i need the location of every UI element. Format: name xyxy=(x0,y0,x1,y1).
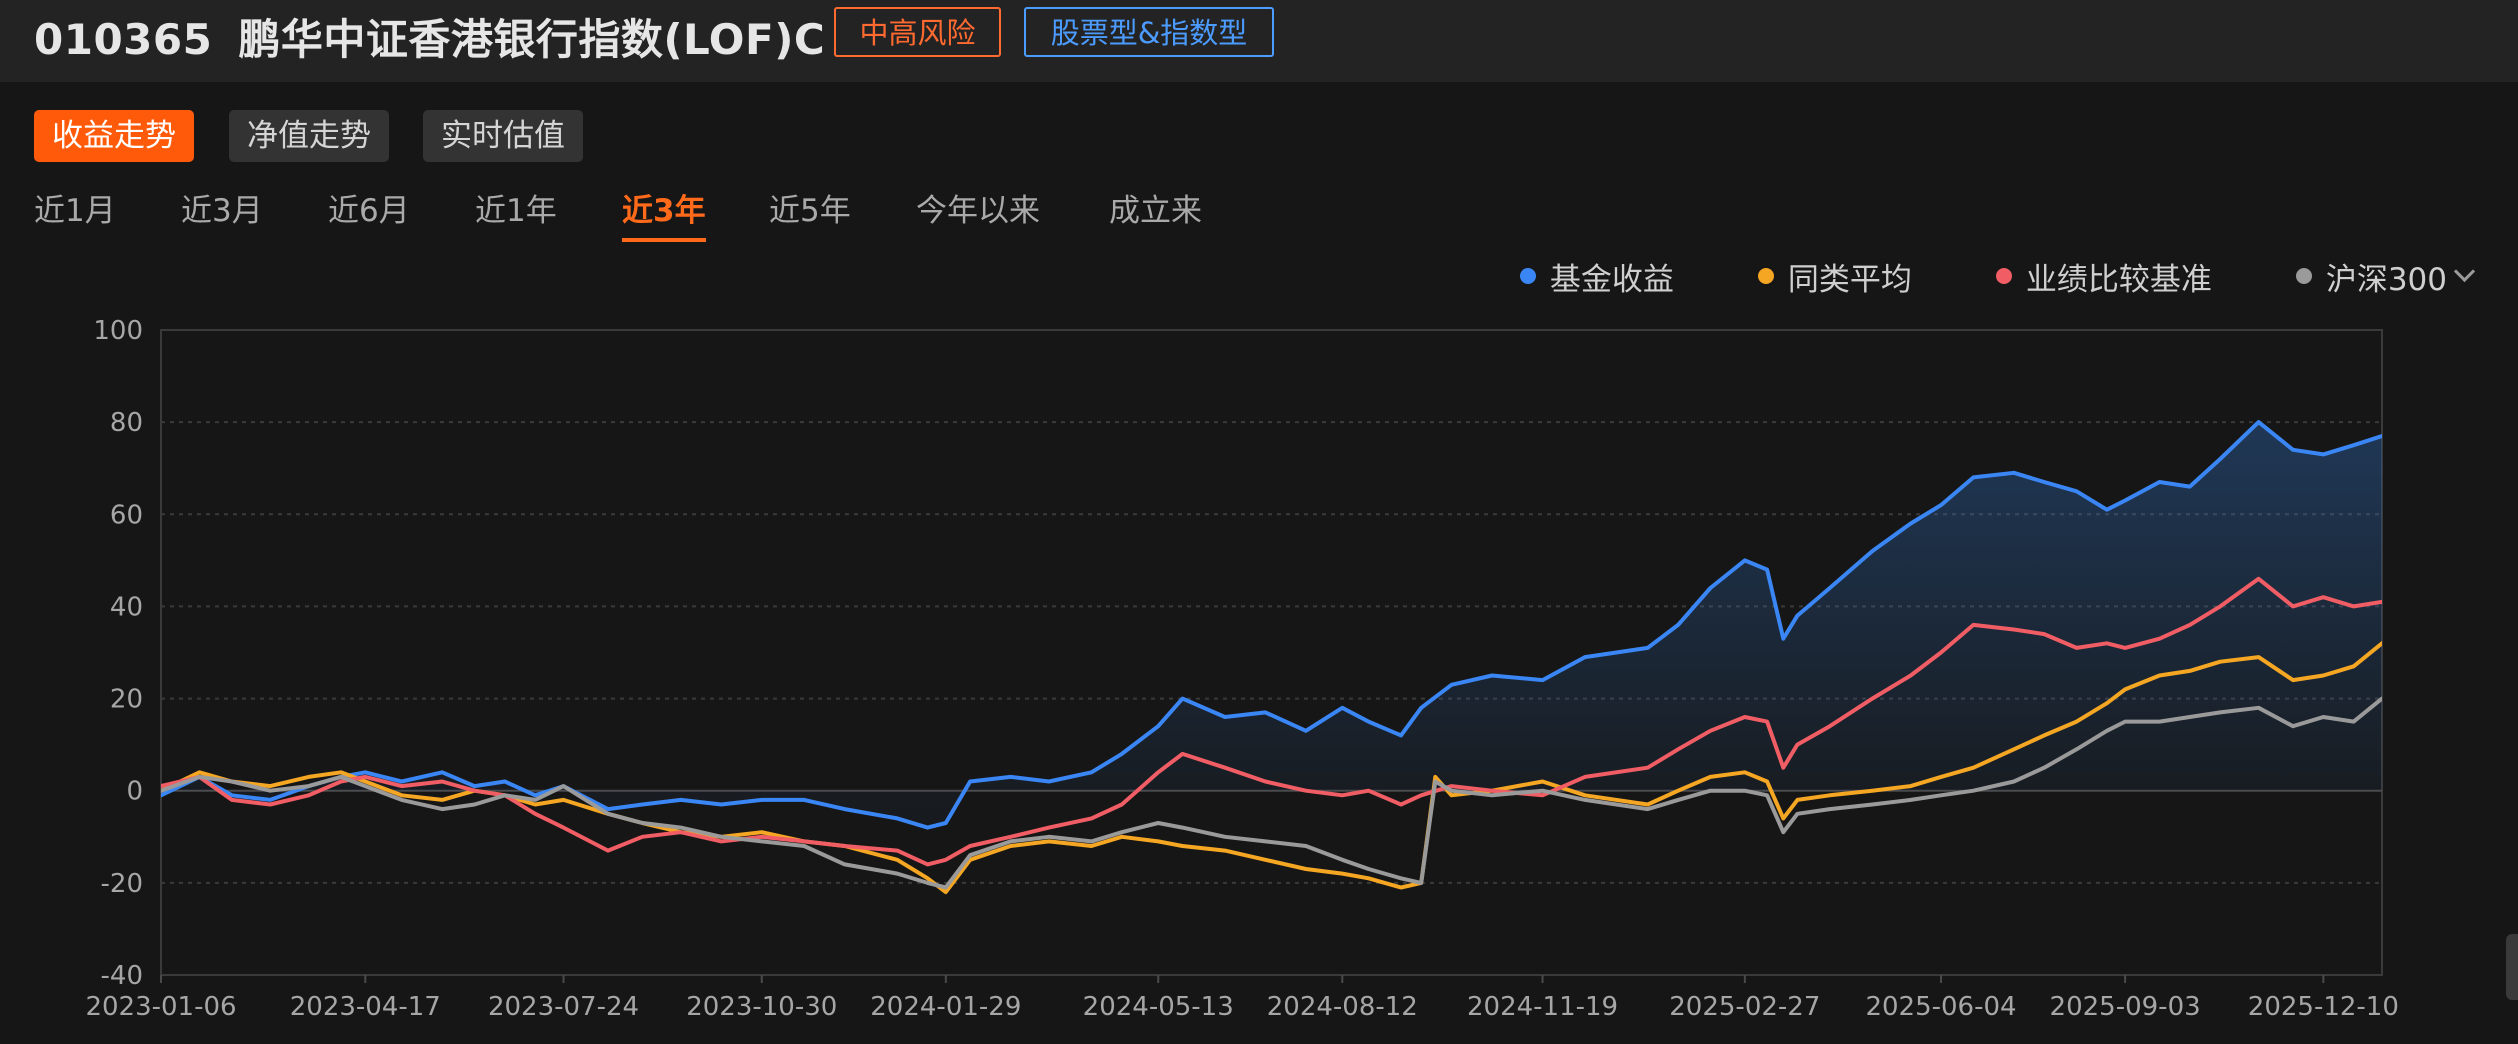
x-tick-label: 2025-09-03 xyxy=(2050,992,2201,1022)
scrollbar-handle[interactable] xyxy=(2506,934,2518,1000)
legend-label: 同类平均 xyxy=(1787,261,1912,298)
fund-header: 010365 鹏华中证香港银行指数(LOF)C 中高风险 股票型&指数型 xyxy=(0,0,2518,82)
chart-legend: 基金收益 同类平均 业绩比较基准 沪深300 xyxy=(1519,252,2518,300)
y-tick-label: 80 xyxy=(110,408,143,438)
y-tick-label: -40 xyxy=(101,961,143,991)
fund-name: 鹏华中证香港银行指数(LOF)C xyxy=(238,15,826,64)
legend-csi300[interactable]: 沪深300 xyxy=(2295,254,2476,299)
period-3y[interactable]: 近3年 xyxy=(622,188,706,242)
x-tick-label: 2024-05-13 xyxy=(1083,992,1234,1022)
y-tick-label: 20 xyxy=(110,685,143,715)
x-tick-label: 2025-02-27 xyxy=(1669,992,1820,1022)
fund-code: 010365 xyxy=(34,15,213,64)
x-tick-label: 2025-06-04 xyxy=(1865,992,2016,1022)
x-tick-label: 2024-01-29 xyxy=(870,992,1021,1022)
x-tick-label: 2023-01-06 xyxy=(85,992,236,1022)
legend-label: 基金收益 xyxy=(1549,261,1674,298)
chevron-down-icon[interactable] xyxy=(2453,260,2476,282)
tab-return-trend[interactable]: 收益走势 xyxy=(34,110,194,162)
period-ytd[interactable]: 今年以来 xyxy=(916,188,1040,238)
y-tick-label: 0 xyxy=(126,777,143,807)
y-tick-label: 40 xyxy=(110,592,143,622)
legend-dot-icon xyxy=(1995,268,2012,284)
legend-dot-icon xyxy=(2295,268,2312,284)
y-tick-label: 60 xyxy=(110,500,143,530)
period-3m[interactable]: 近3月 xyxy=(181,188,263,238)
legend-peer-average[interactable]: 同类平均 xyxy=(1757,254,1912,299)
risk-level-badge: 中高风险 xyxy=(834,7,1001,57)
x-tick-label: 2025-12-10 xyxy=(2248,992,2399,1022)
x-tick-label: 2023-04-17 xyxy=(290,992,441,1022)
legend-label: 业绩比较基准 xyxy=(2025,261,2212,298)
period-since-inception[interactable]: 成立来 xyxy=(1109,188,1202,238)
tab-nav-trend[interactable]: 净值走势 xyxy=(229,110,389,162)
legend-dot-icon xyxy=(1757,268,1774,284)
y-tick-label: -20 xyxy=(101,869,143,899)
period-1y[interactable]: 近1年 xyxy=(475,188,557,238)
legend-benchmark[interactable]: 业绩比较基准 xyxy=(1995,254,2212,299)
x-tick-label: 2023-07-24 xyxy=(488,992,639,1022)
fund-type-badge: 股票型&指数型 xyxy=(1024,7,1274,57)
legend-label: 沪深300 xyxy=(2325,261,2447,298)
fund-title: 010365 鹏华中证香港银行指数(LOF)C xyxy=(34,6,825,67)
period-6m[interactable]: 近6月 xyxy=(328,188,410,238)
x-tick-label: 2024-11-19 xyxy=(1467,992,1618,1022)
period-1m[interactable]: 近1月 xyxy=(34,188,116,238)
tab-realtime-estimate[interactable]: 实时估值 xyxy=(423,110,583,162)
return-chart[interactable]: -40 -20 0 20 40 60 80 100 2023-01-06 2023-04-17 20… xyxy=(0,300,2518,1044)
period-5y[interactable]: 近5年 xyxy=(769,188,851,238)
x-tick-label: 2024-08-12 xyxy=(1267,992,1418,1022)
legend-dot-icon xyxy=(1519,268,1536,284)
legend-fund-return[interactable]: 基金收益 xyxy=(1519,254,1674,299)
y-tick-label: 100 xyxy=(93,316,143,346)
x-tick-label: 2023-10-30 xyxy=(686,992,837,1022)
